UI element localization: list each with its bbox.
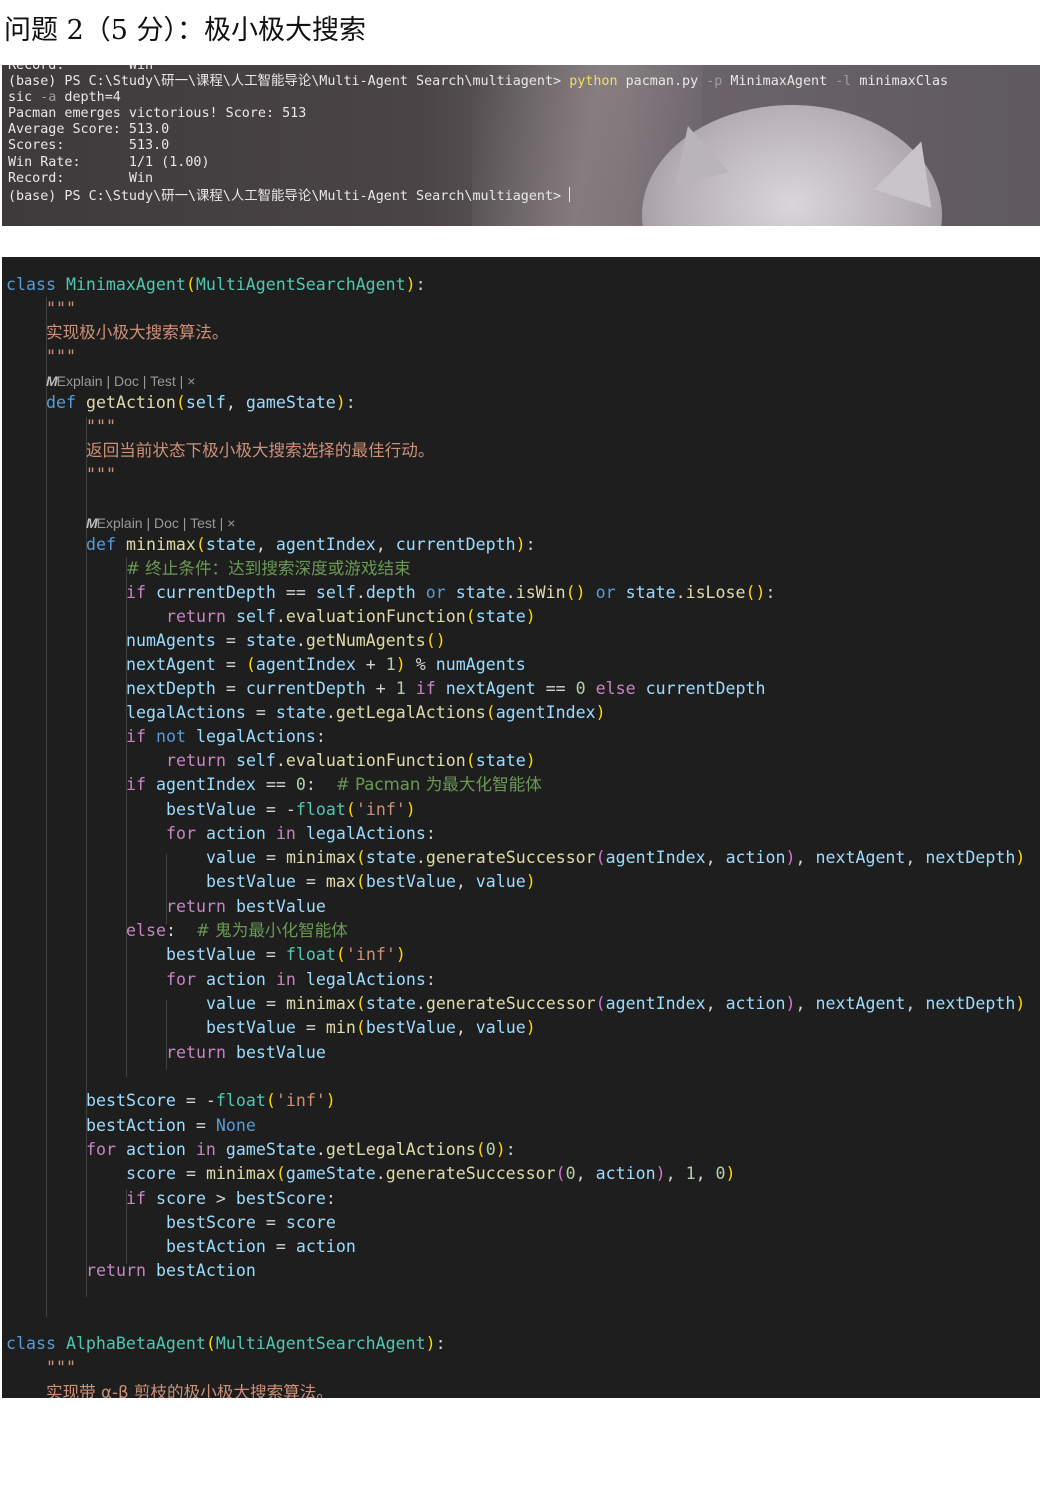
code-line: for action in legalActions: bbox=[166, 824, 436, 843]
terminal-output[interactable]: Record: Win (base) PS C:\Study\研一\课程\人工智… bbox=[8, 65, 948, 205]
code-line: bestScore = score bbox=[166, 1213, 336, 1232]
code-line: bestAction = action bbox=[166, 1237, 356, 1256]
code-line: 实现带 α-β 剪枝的极小极大搜索算法。 bbox=[46, 1383, 333, 1398]
code-line: """ bbox=[46, 1358, 76, 1377]
code-line: if agentIndex == 0: # Pacman 为最大化智能体 bbox=[126, 775, 542, 794]
code-line: nextAgent = (agentIndex + 1) % numAgents bbox=[126, 655, 526, 674]
code-line: class AlphaBetaAgent(MultiAgentSearchAge… bbox=[6, 1334, 446, 1353]
code-line: """ bbox=[46, 299, 76, 318]
code-line: if currentDepth == self.depth or state.i… bbox=[126, 583, 776, 602]
code-line: else: # 鬼为最小化智能体 bbox=[126, 921, 348, 940]
codelens-doc[interactable]: Doc bbox=[114, 373, 139, 389]
codelens-explain[interactable]: Explain bbox=[57, 373, 103, 389]
code-line: bestValue = float('inf') bbox=[166, 945, 406, 964]
code-line: 返回当前状态下极小极大搜索选择的最佳行动。 bbox=[86, 441, 435, 460]
codelens-doc[interactable]: Doc bbox=[154, 515, 179, 531]
code-line: 实现极小极大搜索算法。 bbox=[46, 323, 229, 342]
code-line: return bestAction bbox=[86, 1261, 256, 1280]
code-line: for action in legalActions: bbox=[166, 970, 436, 989]
code-line: score = minimax(gameState.generateSucces… bbox=[126, 1164, 736, 1183]
code-line: value = minimax(state.generateSuccessor(… bbox=[206, 994, 1026, 1013]
indent-guide bbox=[46, 297, 47, 1317]
codelens-close-icon[interactable]: × bbox=[227, 515, 235, 531]
code-line: value = minimax(state.generateSuccessor(… bbox=[206, 848, 1026, 867]
codelens-bar: MExplain | Doc | Test | × bbox=[46, 373, 196, 389]
code-line: bestAction = None bbox=[86, 1116, 256, 1135]
codelens-bar: MExplain | Doc | Test | × bbox=[86, 515, 236, 531]
code-line: legalActions = state.getLegalActions(age… bbox=[126, 703, 606, 722]
code-line: return bestValue bbox=[166, 897, 326, 916]
code-line: numAgents = state.getNumAgents() bbox=[126, 631, 446, 650]
code-line: if not legalActions: bbox=[126, 727, 326, 746]
codelens-test[interactable]: Test bbox=[190, 515, 216, 531]
code-line: return self.evaluationFunction(state) bbox=[166, 607, 536, 626]
codelens-close-icon[interactable]: × bbox=[187, 373, 195, 389]
terminal-cursor bbox=[569, 186, 571, 202]
code-line: nextDepth = currentDepth + 1 if nextAgen… bbox=[126, 679, 766, 698]
code-line: class MinimaxAgent(MultiAgentSearchAgent… bbox=[6, 275, 426, 294]
code-line: return self.evaluationFunction(state) bbox=[166, 751, 536, 770]
code-line: for action in gameState.getLegalActions(… bbox=[86, 1140, 516, 1159]
code-line: """ bbox=[86, 465, 116, 484]
code-line: bestScore = -float('inf') bbox=[86, 1091, 336, 1110]
code-line: """ bbox=[46, 347, 76, 366]
code-line: # 终止条件：达到搜索深度或游戏结束 bbox=[126, 559, 411, 578]
terminal-panel: Record: Win (base) PS C:\Study\研一\课程\人工智… bbox=[2, 65, 1040, 226]
code-editor[interactable]: class MinimaxAgent(MultiAgentSearchAgent… bbox=[2, 257, 1040, 1398]
code-line: return bestValue bbox=[166, 1043, 326, 1062]
code-line: def getAction(self, gameState): bbox=[46, 393, 356, 412]
question-heading: 问题 2（5 分）：极小极大搜索 bbox=[4, 15, 367, 46]
codelens-explain[interactable]: Explain bbox=[97, 515, 143, 531]
code-line: def minimax(state, agentIndex, currentDe… bbox=[86, 535, 536, 554]
code-line: bestValue = -float('inf') bbox=[166, 800, 416, 819]
code-line: bestValue = min(bestValue, value) bbox=[206, 1018, 536, 1037]
code-line: bestValue = max(bestValue, value) bbox=[206, 872, 536, 891]
code-line: if score > bestScore: bbox=[126, 1189, 336, 1208]
code-line: """ bbox=[86, 417, 116, 436]
codelens-test[interactable]: Test bbox=[150, 373, 176, 389]
